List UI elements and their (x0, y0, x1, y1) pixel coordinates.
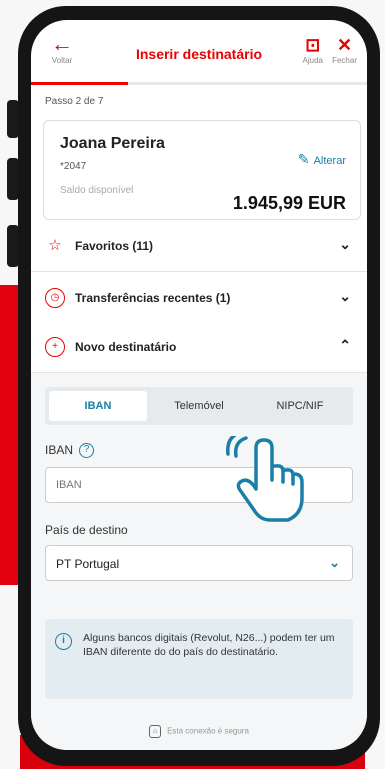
progress-bar (31, 82, 367, 85)
recent-transfers-row[interactable]: ◷ Transferências recentes (1) ⌄ (31, 272, 367, 324)
balance-value: 1.945,99 EUR (232, 193, 346, 213)
chat-help-icon: ⊡ (305, 35, 321, 55)
help-button[interactable]: ⊡ Ajuda (303, 36, 323, 65)
change-label: Alterar (313, 155, 346, 167)
change-account-button[interactable]: ✎ Alterar (298, 151, 346, 168)
help-circle-icon[interactable]: ? (79, 443, 95, 459)
new-recipient-label: Novo destinatário (75, 340, 177, 354)
clock-icon: ◷ (45, 288, 65, 308)
secure-connection-note: ⌂ Esta conexão é segura (31, 725, 367, 738)
chevron-down-icon: ⌄ (329, 555, 340, 570)
iban-label: IBAN (45, 443, 74, 457)
account-name: Joana Pereira (60, 135, 165, 152)
tab-telemovel[interactable]: Telemóvel (150, 391, 248, 421)
country-select[interactable]: PT Portugal ⌄ (45, 545, 353, 581)
app-screen: ← Voltar Inserir destinatário ⊡ Ajuda ✕ … (31, 20, 367, 750)
favorites-row[interactable]: ☆ Favoritos (11) ⌄ (31, 220, 367, 272)
plus-circle-icon: + (45, 337, 65, 357)
close-label: Fechar (332, 56, 357, 65)
pencil-icon: ✎ (297, 151, 310, 167)
star-icon: ☆ (48, 237, 62, 254)
favorites-label: Favoritos (11) (75, 239, 154, 253)
info-icon: i (55, 633, 72, 650)
iban-input[interactable] (45, 467, 353, 503)
chevron-down-icon: ⌄ (339, 288, 351, 304)
phone-frame: ← Voltar Inserir destinatário ⊡ Ajuda ✕ … (18, 6, 380, 766)
recipient-type-tabs: IBAN Telemóvel NIPC/NIF (45, 387, 353, 425)
chevron-down-icon: ⌄ (339, 236, 351, 252)
info-box: i Alguns bancos digitais (Revolut, N26..… (45, 619, 353, 699)
step-indicator: Passo 2 de 7 (45, 96, 104, 107)
close-icon: ✕ (337, 35, 353, 55)
iban-field-label: IBAN? (45, 443, 95, 459)
account-card: Joana Pereira *2047 ✎ Alterar Saldo dispo… (43, 120, 361, 220)
chevron-up-icon: ⌃ (339, 337, 351, 353)
new-recipient-row[interactable]: + Novo destinatário ⌃ (31, 321, 367, 373)
new-recipient-panel: IBAN Telemóvel NIPC/NIF IBAN? País de de… (31, 373, 367, 750)
help-label: Ajuda (302, 56, 323, 65)
account-number: *2047 (60, 161, 87, 172)
country-label: País de destino (45, 523, 128, 537)
header: ← Voltar Inserir destinatário ⊡ Ajuda ✕ … (31, 20, 367, 82)
country-value: PT Portugal (56, 557, 120, 571)
progress-fill (31, 82, 129, 85)
recent-transfers-label: Transferências recentes (1) (75, 291, 231, 305)
tab-nipc-nif[interactable]: NIPC/NIF (251, 391, 349, 421)
tab-iban[interactable]: IBAN (49, 391, 147, 421)
lock-icon: ⌂ (149, 725, 162, 738)
info-text: Alguns bancos digitais (Revolut, N26...)… (83, 632, 335, 658)
close-button[interactable]: ✕ Fechar (332, 36, 357, 65)
balance-label: Saldo disponível (60, 185, 134, 196)
secure-text: Esta conexão é segura (167, 726, 249, 736)
hand-pointer-icon (226, 436, 304, 522)
